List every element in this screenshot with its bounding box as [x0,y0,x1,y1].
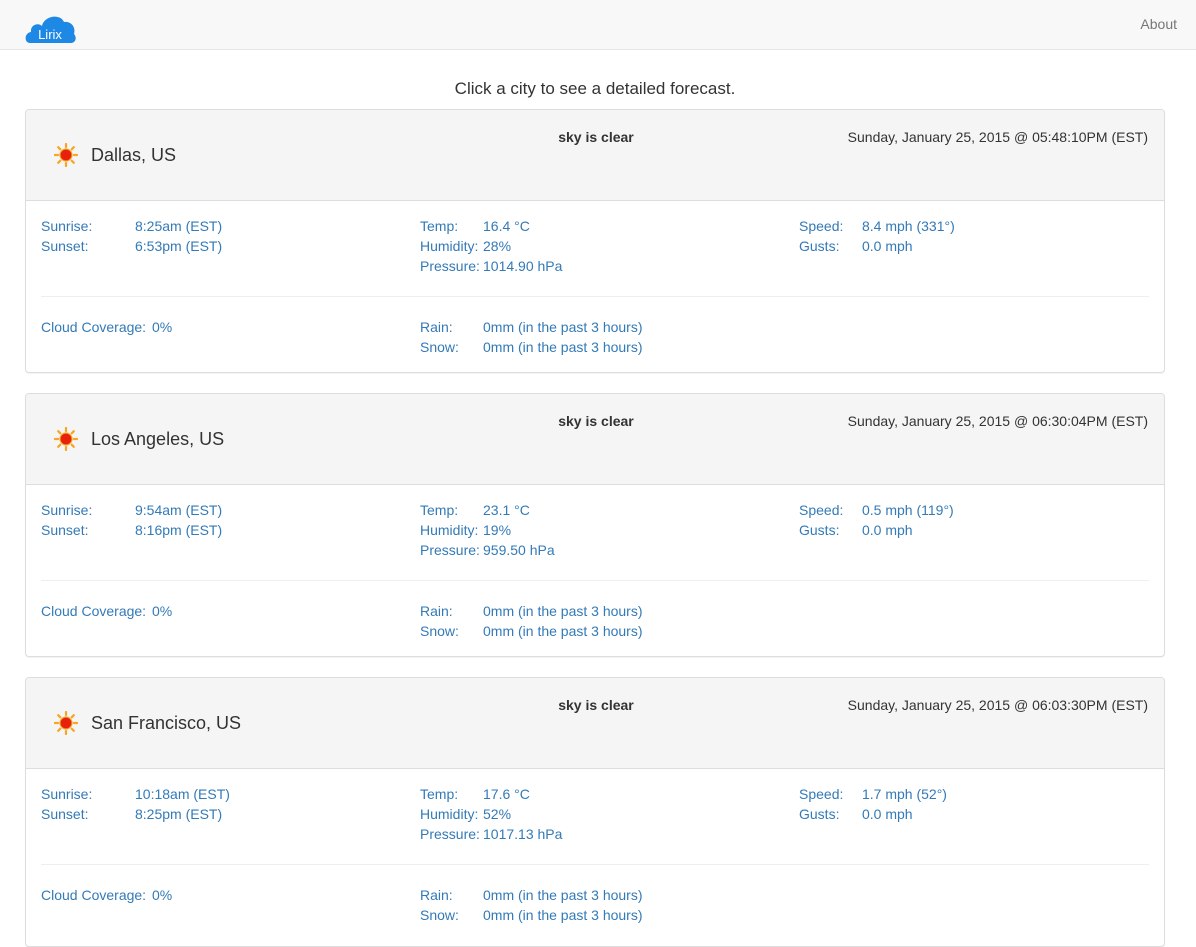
speed-value: 8.4 mph (331°) [862,218,955,234]
temp-value: 16.4 °C [483,218,530,234]
humidity-label: Humidity: [420,238,479,254]
brand-logo[interactable]: Lirix [24,12,76,44]
sky-condition: sky is clear [558,697,634,713]
gusts-label: Gusts: [799,806,840,822]
snow-label: Snow: [420,907,459,923]
pressure-label: Pressure: [420,542,480,558]
humidity-label: Humidity: [420,806,479,822]
speed-label: Speed: [799,502,844,518]
card-heading: San Francisco, US sky is clear Sunday, J… [26,678,1164,769]
snow-label: Snow: [420,623,459,639]
rain-value: 0mm (in the past 3 hours) [483,319,643,335]
cloud-label: Cloud Coverage: [41,319,147,335]
sky-condition: sky is clear [558,413,634,429]
gusts-value: 0.0 mph [862,238,913,254]
temp-value: 17.6 °C [483,786,530,802]
navbar: Lirix About [0,0,1196,50]
temp-label: Temp: [420,502,459,518]
humidity-value: 52% [483,806,512,822]
observation-datetime: Sunday, January 25, 2015 @ 06:30:04PM (E… [847,413,1148,429]
card-heading: Dallas, US sky is clear Sunday, January … [26,110,1164,201]
temp-label: Temp: [420,786,459,802]
pressure-value: 1014.90 hPa [483,258,563,274]
gusts-label: Gusts: [799,238,840,254]
divider [41,580,1149,581]
city-card-dallas[interactable]: Dallas, US sky is clear Sunday, January … [25,109,1165,373]
cloud-value: 0% [152,887,173,903]
cloud-label: Cloud Coverage: [41,603,147,619]
nav-about-link[interactable]: About [1140,15,1177,33]
divider [41,296,1149,297]
cloud-value: 0% [152,603,173,619]
snow-value: 0mm (in the past 3 hours) [483,907,643,923]
gusts-label: Gusts: [799,522,840,538]
instruction-text: Click a city to see a detailed forecast. [454,79,736,98]
sunrise-label: Sunrise: [41,502,93,518]
pressure-value: 1017.13 hPa [483,826,563,842]
gusts-value: 0.0 mph [862,806,913,822]
speed-label: Speed: [799,218,844,234]
brand-name: Lirix [38,27,62,42]
rain-value: 0mm (in the past 3 hours) [483,887,643,903]
temp-label: Temp: [420,218,459,234]
observation-datetime: Sunday, January 25, 2015 @ 06:03:30PM (E… [847,697,1148,713]
sunrise-label: Sunrise: [41,786,93,802]
sunrise-value: 10:18am (EST) [135,786,230,802]
sunset-value: 6:53pm (EST) [135,238,223,254]
sun-icon [54,427,78,451]
cloud-value: 0% [152,319,173,335]
sun-icon [54,143,78,167]
sunset-value: 8:16pm (EST) [135,522,223,538]
pressure-label: Pressure: [420,258,480,274]
speed-value: 1.7 mph (52°) [862,786,947,802]
speed-value: 0.5 mph (119°) [862,502,954,518]
snow-value: 0mm (in the past 3 hours) [483,339,643,355]
cloud-label: Cloud Coverage: [41,887,147,903]
rain-label: Rain: [420,319,453,335]
divider [41,864,1149,865]
city-card-san-francisco[interactable]: San Francisco, US sky is clear Sunday, J… [25,677,1165,947]
rain-label: Rain: [420,603,453,619]
rain-label: Rain: [420,887,453,903]
sunset-label: Sunset: [41,806,89,822]
humidity-value: 19% [483,522,512,538]
sunset-label: Sunset: [41,522,89,538]
sunset-label: Sunset: [41,238,89,254]
city-card-los-angeles[interactable]: Los Angeles, US sky is clear Sunday, Jan… [25,393,1165,657]
gusts-value: 0.0 mph [862,522,913,538]
sunrise-value: 9:54am (EST) [135,502,223,518]
city-name: San Francisco, US [91,713,242,733]
city-name: Los Angeles, US [91,429,225,449]
observation-datetime: Sunday, January 25, 2015 @ 05:48:10PM (E… [847,129,1148,145]
sky-condition: sky is clear [558,129,634,145]
card-heading: Los Angeles, US sky is clear Sunday, Jan… [26,394,1164,485]
pressure-value: 959.50 hPa [483,542,555,558]
sun-icon [54,711,78,735]
snow-label: Snow: [420,339,459,355]
sunset-value: 8:25pm (EST) [135,806,223,822]
sunrise-label: Sunrise: [41,218,93,234]
temp-value: 23.1 °C [483,502,530,518]
humidity-value: 28% [483,238,512,254]
pressure-label: Pressure: [420,826,480,842]
speed-label: Speed: [799,786,844,802]
snow-value: 0mm (in the past 3 hours) [483,623,643,639]
city-name: Dallas, US [91,145,177,165]
rain-value: 0mm (in the past 3 hours) [483,603,643,619]
humidity-label: Humidity: [420,522,479,538]
sunrise-value: 8:25am (EST) [135,218,223,234]
